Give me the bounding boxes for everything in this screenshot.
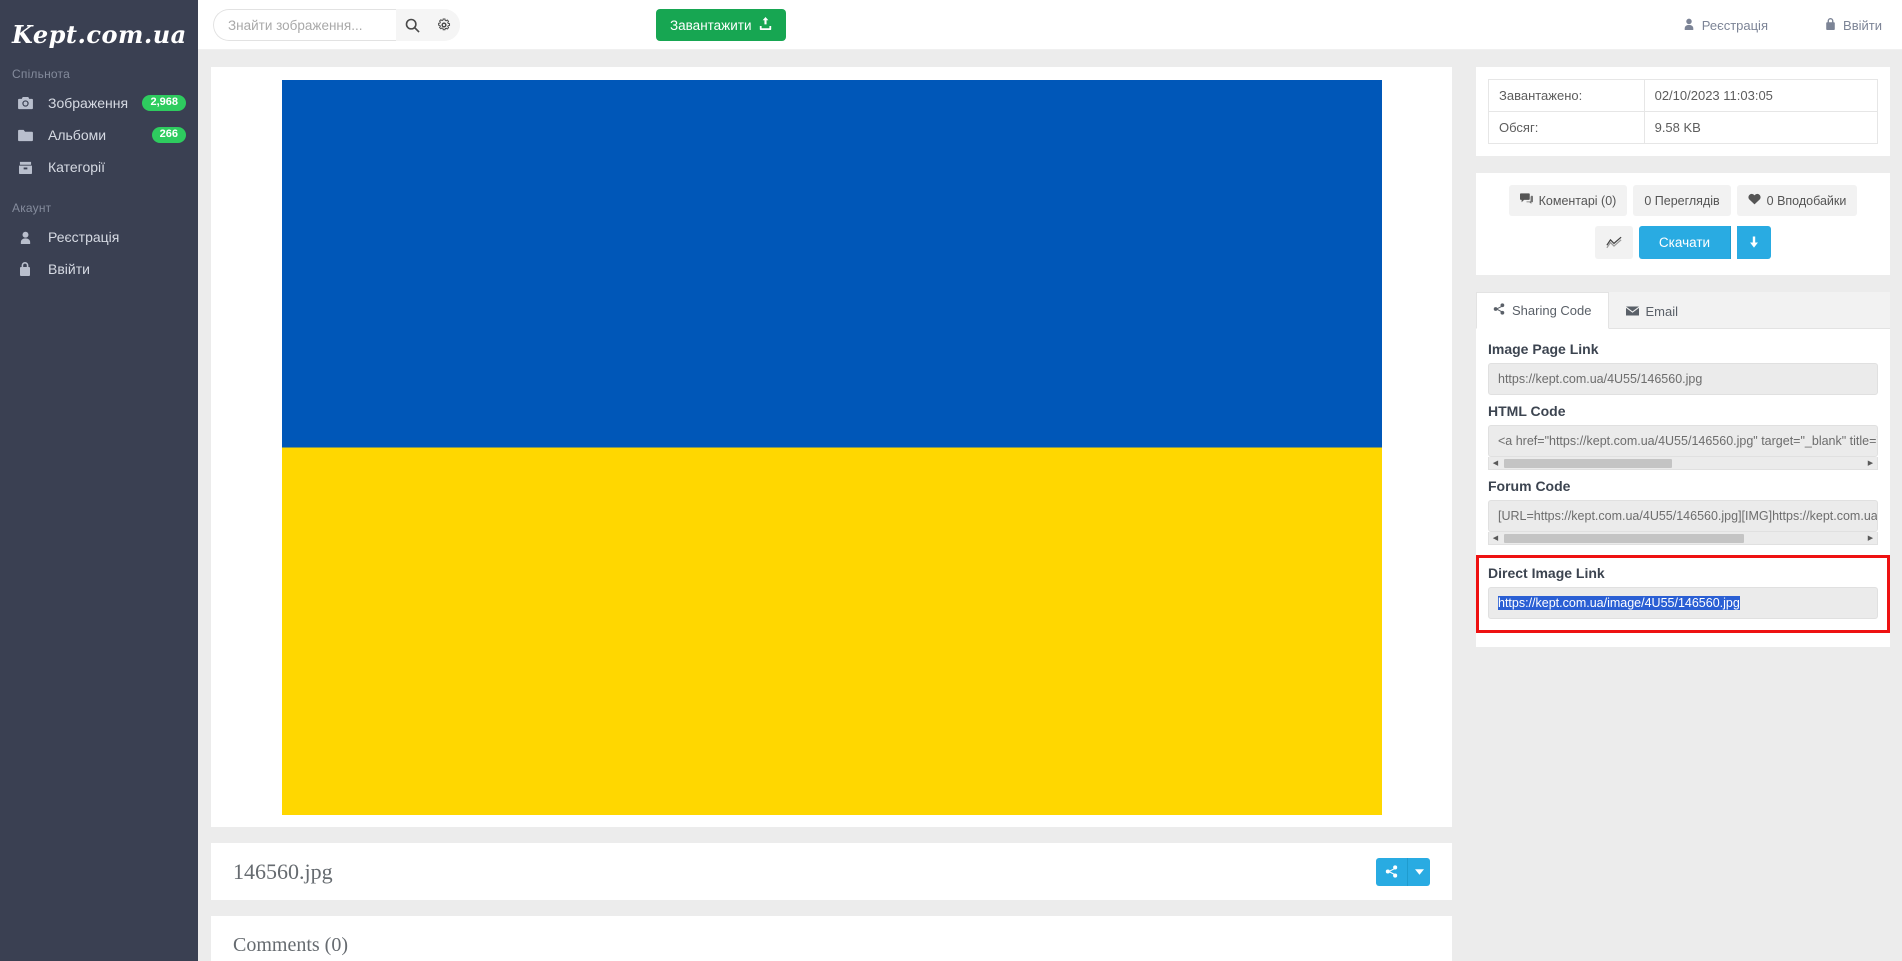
scroll-right-icon[interactable]: ▶ <box>1864 533 1877 544</box>
comments-heading: Comments (0) <box>233 934 348 956</box>
sidebar-heading-community: Спільнота <box>12 67 70 81</box>
sidebar-item-label: Альбоми <box>48 127 107 143</box>
image-title-card: 146560.jpg <box>211 843 1452 900</box>
image-viewer-card <box>211 67 1452 827</box>
scroll-left-icon[interactable]: ◀ <box>1489 458 1502 469</box>
upload-icon <box>759 17 772 33</box>
tab-sharing-code[interactable]: Sharing Code <box>1476 292 1609 329</box>
sidebar-item-register[interactable]: Реєстрація <box>0 221 198 253</box>
download-button[interactable]: Скачати <box>1638 226 1732 259</box>
search-bar <box>213 9 460 41</box>
direct-image-link-value[interactable]: https://kept.com.ua/image/4U55/146560.jp… <box>1498 596 1740 610</box>
tab-email[interactable]: Email <box>1609 292 1696 329</box>
user-icon <box>14 229 36 245</box>
sharing-tabs: Sharing Code Email <box>1476 292 1890 329</box>
download-arrow-icon[interactable] <box>1737 226 1772 259</box>
metadata-value: 9.58 KB <box>1643 111 1879 144</box>
sidebar-item-albums[interactable]: Альбоми 266 <box>0 119 198 151</box>
metadata-key: Обсяг: <box>1488 111 1645 144</box>
direct-image-link-highlight: Direct Image Link https://kept.com.ua/im… <box>1476 555 1890 633</box>
scroll-left-icon[interactable]: ◀ <box>1489 533 1502 544</box>
folder-icon <box>14 159 36 175</box>
image-stats-panel: Коментарі (0) 0 Переглядів 0 Вподобайки … <box>1476 173 1890 275</box>
table-row: Завантажено: 02/10/2023 11:03:05 <box>1488 79 1879 112</box>
sharing-fields: Image Page Link https://kept.com.ua/4U55… <box>1476 329 1890 647</box>
direct-image-link-label: Direct Image Link <box>1488 565 1605 581</box>
right-sidebar: Завантажено: 02/10/2023 11:03:05 Обсяг: … <box>1476 67 1890 664</box>
gear-icon[interactable] <box>428 9 460 41</box>
register-link[interactable]: Реєстрація <box>1683 0 1768 50</box>
forum-code-scrollbar[interactable]: ◀ ▶ <box>1488 532 1878 545</box>
login-link-label: Ввійти <box>1843 17 1882 33</box>
sidebar-item-label: Категорії <box>48 159 106 175</box>
comments-count-label: Коментарі (0) <box>1538 193 1617 208</box>
sidebar-item-categories[interactable]: Категорії <box>0 151 198 183</box>
lock-icon <box>1825 17 1836 33</box>
scrollbar-thumb[interactable] <box>1504 458 1672 468</box>
upload-button-label: Завантажити <box>670 17 752 33</box>
upload-button[interactable]: Завантажити <box>656 9 787 41</box>
chevron-down-icon[interactable] <box>1408 857 1430 886</box>
top-navigation-bar: Завантажити Реєстрація Ввійти <box>198 0 1902 50</box>
likes-count-label: 0 Вподобайки <box>1766 193 1847 208</box>
images-count-badge: 2,968 <box>142 95 186 111</box>
share-button-group <box>1376 857 1430 886</box>
share-icon <box>1493 303 1505 318</box>
comment-icon <box>1519 193 1533 208</box>
html-code-scrollbar[interactable]: ◀ ▶ <box>1488 457 1878 470</box>
chart-line-icon[interactable] <box>1594 226 1633 259</box>
camera-icon <box>14 95 36 111</box>
image-page-link-field[interactable]: https://kept.com.ua/4U55/146560.jpg <box>1488 363 1878 395</box>
heart-icon <box>1748 193 1761 208</box>
html-code-label: HTML Code <box>1488 403 1566 419</box>
user-icon <box>1683 18 1695 33</box>
search-input[interactable] <box>213 9 396 41</box>
ukraine-flag-image[interactable] <box>281 79 1382 815</box>
direct-image-link-field[interactable]: https://kept.com.ua/image/4U55/146560.jp… <box>1488 587 1878 619</box>
lock-icon <box>14 261 36 277</box>
tab-label: Sharing Code <box>1512 303 1592 318</box>
scroll-right-icon[interactable]: ▶ <box>1864 458 1877 469</box>
likes-count-button[interactable]: 0 Вподобайки <box>1736 185 1858 216</box>
sidebar-item-login[interactable]: Ввійти <box>0 253 198 285</box>
scrollbar-thumb[interactable] <box>1504 533 1744 543</box>
forum-code-field[interactable]: [URL=https://kept.com.ua/4U55/146560.jpg… <box>1488 500 1878 532</box>
views-count-button[interactable]: 0 Переглядів <box>1633 185 1731 216</box>
sharing-code-panel: Sharing Code Email Image Page Link https… <box>1476 292 1890 647</box>
page-title: 146560.jpg <box>233 858 333 884</box>
stats-button-row: Коментарі (0) 0 Переглядів 0 Вподобайки <box>1476 173 1890 216</box>
metadata-table: Завантажено: 02/10/2023 11:03:05 Обсяг: … <box>1488 79 1879 144</box>
sidebar-heading-account: Акаунт <box>12 201 52 215</box>
html-code-field[interactable]: <a href="https://kept.com.ua/4U55/146560… <box>1488 425 1878 457</box>
forum-code-label: Forum Code <box>1488 478 1571 494</box>
main-content: 146560.jpg Comments (0) Завантажено: 02/… <box>198 50 1902 961</box>
search-icon[interactable] <box>396 9 428 41</box>
comments-count-button[interactable]: Коментарі (0) <box>1508 185 1628 216</box>
album-icon <box>14 127 36 143</box>
site-logo[interactable]: Kept.com.ua <box>0 0 198 49</box>
albums-count-badge: 266 <box>151 127 186 143</box>
sidebar: Kept.com.ua Спільнота Зображення 2,968 А… <box>0 0 198 961</box>
comments-section: Comments (0) <box>211 916 1452 961</box>
metadata-key: Завантажено: <box>1488 79 1645 112</box>
tab-label: Email <box>1645 303 1679 319</box>
metadata-value: 02/10/2023 11:03:05 <box>1643 79 1879 112</box>
image-metadata-panel: Завантажено: 02/10/2023 11:03:05 Обсяг: … <box>1476 67 1890 156</box>
image-page-link-label: Image Page Link <box>1488 341 1599 357</box>
share-icon[interactable] <box>1376 857 1408 886</box>
sidebar-item-label: Реєстрація <box>48 229 120 245</box>
table-row: Обсяг: 9.58 KB <box>1488 111 1879 144</box>
login-link[interactable]: Ввійти <box>1825 0 1882 50</box>
register-link-label: Реєстрація <box>1701 17 1768 33</box>
action-button-row: Скачати <box>1476 216 1890 275</box>
views-count-label: 0 Переглядів <box>1644 193 1720 208</box>
sidebar-item-label: Ввійти <box>48 261 90 277</box>
envelope-icon <box>1625 304 1639 319</box>
sidebar-item-images[interactable]: Зображення 2,968 <box>0 87 198 119</box>
sidebar-item-label: Зображення <box>48 95 129 111</box>
